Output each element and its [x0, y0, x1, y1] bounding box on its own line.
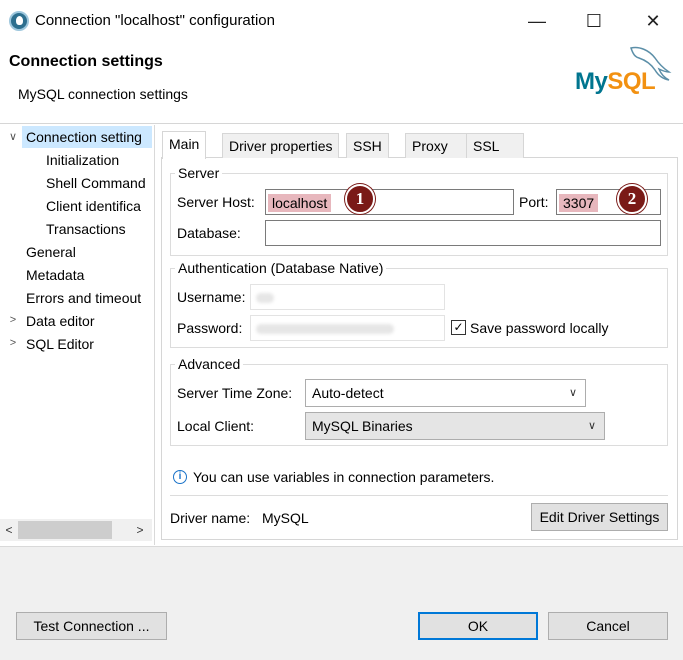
- dbeaver-app-icon: [9, 11, 29, 31]
- port-value: 3307: [559, 194, 599, 212]
- tree-item-data-editor[interactable]: Data editor: [26, 310, 94, 332]
- local-client-select[interactable]: MySQL Binaries ∨: [305, 412, 605, 440]
- callout-badge-1: 1: [345, 184, 375, 214]
- advanced-legend: Advanced: [175, 356, 244, 372]
- tab-main[interactable]: Main: [162, 131, 207, 159]
- callout-badge-2: 2: [617, 184, 647, 214]
- cancel-button[interactable]: Cancel: [548, 612, 668, 640]
- test-connection-button[interactable]: Test Connection ...: [16, 612, 167, 640]
- tab-driver-properties[interactable]: Driver properties: [222, 133, 340, 158]
- separator: [170, 495, 668, 496]
- ok-button[interactable]: OK: [418, 612, 538, 640]
- variables-info-text: You can use variables in connection para…: [193, 469, 495, 485]
- header-title: Connection settings: [9, 53, 163, 70]
- password-label: Password:: [177, 320, 243, 336]
- save-password-label: Save password locally: [470, 320, 609, 336]
- tree-item-general[interactable]: General: [26, 241, 76, 263]
- tree-item-initialization[interactable]: Initialization: [46, 149, 119, 171]
- tree-item-client-identification[interactable]: Client identifica: [46, 195, 141, 217]
- username-input[interactable]: [250, 284, 445, 310]
- dropdown-arrow-icon: ∨: [568, 387, 577, 399]
- mysql-logo: MySQL: [575, 68, 656, 96]
- maximize-button[interactable]: ☐: [571, 6, 617, 36]
- tab-ssh[interactable]: SSH: [346, 133, 389, 158]
- dropdown-arrow-icon: ∨: [587, 420, 596, 432]
- tree-item-connection-settings[interactable]: Connection setting: [22, 126, 152, 148]
- server-time-zone-select[interactable]: Auto-detect ∨: [305, 379, 586, 407]
- header-subtitle: MySQL connection settings: [18, 86, 188, 102]
- tree-item-transactions[interactable]: Transactions: [46, 218, 126, 240]
- local-client-label: Local Client:: [177, 418, 255, 434]
- mysql-logo-my: My: [575, 68, 608, 95]
- scrollbar-thumb[interactable]: [18, 521, 112, 539]
- server-host-value: localhost: [268, 194, 332, 212]
- driver-name-value: MySQL: [262, 510, 309, 526]
- scroll-right-arrow-icon[interactable]: >: [133, 521, 147, 539]
- save-password-checkbox[interactable]: ✓: [451, 320, 466, 335]
- scroll-left-arrow-icon[interactable]: <: [2, 521, 16, 539]
- close-button[interactable]: ✕: [630, 6, 676, 36]
- edit-driver-settings-button[interactable]: Edit Driver Settings: [531, 503, 668, 531]
- mysql-logo-sql: SQL: [607, 68, 656, 95]
- tree-item-sql-editor[interactable]: SQL Editor: [26, 333, 94, 355]
- info-icon: i: [173, 470, 187, 484]
- server-legend: Server: [175, 165, 223, 181]
- tab-ssl[interactable]: SSL: [466, 133, 524, 158]
- tree-item-shell-command[interactable]: Shell Command: [46, 172, 146, 194]
- tab-proxy[interactable]: Proxy: [405, 133, 467, 158]
- window-title: Connection "localhost" configuration: [35, 12, 275, 29]
- authentication-legend: Authentication (Database Native): [175, 260, 387, 276]
- expand-chevron-icon[interactable]: ∨: [7, 130, 19, 143]
- driver-name-label: Driver name:: [170, 510, 251, 526]
- dialog-footer: [0, 546, 683, 660]
- username-label: Username:: [177, 289, 246, 305]
- database-label: Database:: [177, 225, 241, 241]
- server-time-zone-label: Server Time Zone:: [177, 385, 293, 401]
- password-blurred: [256, 324, 394, 334]
- server-time-zone-value: Auto-detect: [312, 385, 384, 401]
- local-client-value: MySQL Binaries: [312, 418, 413, 434]
- minimize-button[interactable]: —: [514, 6, 560, 36]
- tree-item-errors-and-timeouts[interactable]: Errors and timeout: [26, 287, 141, 309]
- dialog-header: Connection settings MySQL connection set…: [0, 42, 683, 124]
- collapsed-chevron-icon[interactable]: >: [7, 337, 19, 349]
- username-blurred: [256, 293, 274, 303]
- collapsed-chevron-icon[interactable]: >: [7, 314, 19, 326]
- port-label: Port:: [519, 194, 549, 210]
- database-input[interactable]: [265, 220, 661, 246]
- tree-item-metadata[interactable]: Metadata: [26, 264, 84, 286]
- server-host-label: Server Host:: [177, 194, 255, 210]
